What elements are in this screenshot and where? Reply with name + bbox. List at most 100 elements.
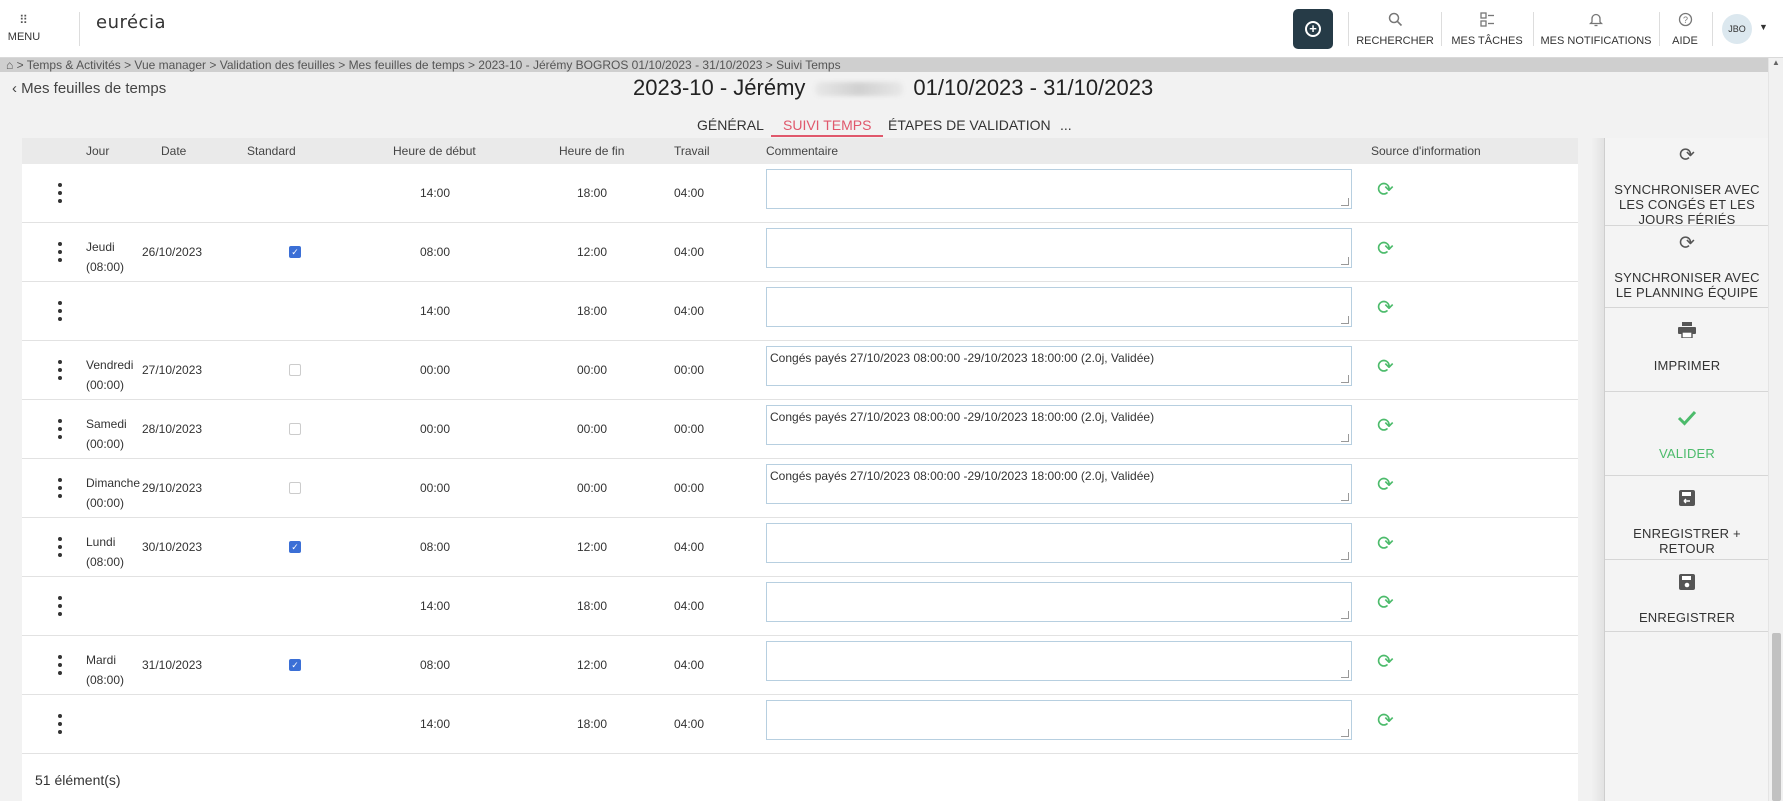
sync-icon[interactable]: ⟳	[1377, 239, 1394, 259]
day-hours: (08:00)	[86, 260, 125, 274]
kebab-menu-icon[interactable]	[56, 478, 64, 498]
work-cell: 04:00	[674, 599, 705, 613]
start-time-cell[interactable]: 14:00	[420, 186, 450, 200]
kebab-menu-icon[interactable]	[56, 360, 64, 380]
notifications-button[interactable]: MES NOTIFICATIONS	[1540, 0, 1652, 58]
col-source[interactable]: Source d'information	[1371, 144, 1481, 158]
col-standard[interactable]: Standard	[247, 144, 296, 158]
start-time-cell[interactable]: 00:00	[420, 363, 450, 377]
start-time-cell[interactable]: 08:00	[420, 540, 450, 554]
comment-field[interactable]	[766, 523, 1352, 563]
standard-checkbox[interactable]	[289, 423, 301, 435]
end-time-cell[interactable]: 00:00	[577, 363, 607, 377]
standard-checkbox[interactable]	[289, 482, 301, 494]
kebab-menu-icon[interactable]	[56, 655, 64, 675]
menu-button[interactable]: ⠿ MENU	[0, 0, 48, 58]
scrollbar-thumb[interactable]	[1772, 633, 1781, 801]
add-button[interactable]: +	[1293, 9, 1333, 49]
col-commentaire[interactable]: Commentaire	[766, 144, 838, 158]
sync-icon[interactable]: ⟳	[1377, 298, 1394, 318]
sync-planning-button[interactable]: ⟳ SYNCHRONISER AVEC LE PLANNING ÉQUIPE	[1605, 226, 1769, 308]
standard-checkbox[interactable]: ✓	[289, 246, 301, 258]
start-time-cell[interactable]: 14:00	[420, 717, 450, 731]
comment-field[interactable]: Congés payés 27/10/2023 08:00:00 -29/10/…	[766, 464, 1352, 504]
comment-field[interactable]	[766, 700, 1352, 740]
validate-button[interactable]: VALIDER	[1605, 392, 1769, 476]
end-time-cell[interactable]: 18:00	[577, 717, 607, 731]
kebab-menu-icon[interactable]	[56, 242, 64, 262]
tab-more[interactable]: ...	[1060, 115, 1072, 137]
sync-leave-button[interactable]: ⟳ SYNCHRONISER AVEC LES CONGÉS ET LES JO…	[1605, 138, 1769, 227]
search-button[interactable]: RECHERCHER	[1356, 0, 1434, 58]
day-name: Dimanche	[86, 476, 141, 490]
kebab-menu-icon[interactable]	[56, 537, 64, 557]
start-time-cell[interactable]: 14:00	[420, 304, 450, 318]
end-time-cell[interactable]: 18:00	[577, 304, 607, 318]
kebab-menu-icon[interactable]	[56, 301, 64, 321]
start-time-cell[interactable]: 00:00	[420, 481, 450, 495]
standard-checkbox[interactable]	[289, 364, 301, 376]
standard-checkbox[interactable]: ✓	[289, 541, 301, 553]
col-date[interactable]: Date	[161, 144, 186, 158]
end-time-cell[interactable]: 18:00	[577, 186, 607, 200]
sync-icon[interactable]: ⟳	[1377, 475, 1394, 495]
kebab-menu-icon[interactable]	[56, 714, 64, 734]
date-cell: 27/10/2023	[142, 363, 203, 377]
comment-field[interactable]: Congés payés 27/10/2023 08:00:00 -29/10/…	[766, 346, 1352, 386]
kebab-menu-icon[interactable]	[56, 419, 64, 439]
end-time-cell[interactable]: 00:00	[577, 481, 607, 495]
col-jour[interactable]: Jour	[86, 144, 109, 158]
save-return-button[interactable]: ENREGISTRER + RETOUR	[1605, 476, 1769, 560]
work-cell: 04:00	[674, 540, 705, 554]
sync-icon[interactable]: ⟳	[1377, 180, 1394, 200]
sync-planning-label: SYNCHRONISER AVEC LE PLANNING ÉQUIPE	[1614, 270, 1760, 300]
sync-icon[interactable]: ⟳	[1377, 652, 1394, 672]
save-button[interactable]: ENREGISTRER	[1605, 560, 1769, 632]
comment-field[interactable]	[766, 641, 1352, 681]
start-time-cell[interactable]: 14:00	[420, 599, 450, 613]
check-icon	[1677, 410, 1697, 430]
sync-icon[interactable]: ⟳	[1377, 357, 1394, 377]
end-time-cell[interactable]: 12:00	[577, 658, 607, 672]
tab-etapes-validation[interactable]: ÉTAPES DE VALIDATION	[888, 115, 1051, 137]
start-time-cell[interactable]: 08:00	[420, 245, 450, 259]
start-time-cell[interactable]: 00:00	[420, 422, 450, 436]
sync-leave-label: SYNCHRONISER AVEC LES CONGÉS ET LES JOUR…	[1614, 182, 1760, 227]
tab-general[interactable]: GÉNÉRAL	[697, 115, 764, 137]
day-name: Mardi	[86, 653, 117, 667]
breadcrumb-text[interactable]: > Temps & Activités > Vue manager > Vali…	[17, 58, 841, 72]
item-count: 51 élément(s)	[35, 772, 121, 788]
help-button[interactable]: ? AIDE	[1664, 0, 1706, 58]
sync-icon[interactable]: ⟳	[1377, 416, 1394, 436]
avatar[interactable]: JBO	[1722, 14, 1752, 44]
day-cell: Vendredi (00:00)	[86, 355, 133, 395]
scroll-up-icon[interactable]: ▲	[1772, 58, 1780, 67]
home-icon[interactable]: ⌂	[6, 58, 13, 72]
comment-field[interactable]	[766, 169, 1352, 209]
end-time-cell[interactable]: 12:00	[577, 540, 607, 554]
end-time-cell[interactable]: 12:00	[577, 245, 607, 259]
scrollbar[interactable]: ▲	[1768, 58, 1783, 801]
comment-field[interactable]	[766, 228, 1352, 268]
sync-icon[interactable]: ⟳	[1377, 534, 1394, 554]
kebab-menu-icon[interactable]	[56, 596, 64, 616]
back-link[interactable]: ‹ Mes feuilles de temps	[12, 80, 166, 97]
tasks-button[interactable]: MES TÂCHES	[1448, 0, 1526, 58]
col-heure-fin[interactable]: Heure de fin	[559, 144, 624, 158]
tab-suivi-temps[interactable]: SUIVI TEMPS	[771, 115, 884, 137]
print-button[interactable]: IMPRIMER	[1605, 308, 1769, 392]
comment-field[interactable]	[766, 287, 1352, 327]
kebab-menu-icon[interactable]	[56, 183, 64, 203]
end-time-cell[interactable]: 00:00	[577, 422, 607, 436]
comment-field[interactable]: Congés payés 27/10/2023 08:00:00 -29/10/…	[766, 405, 1352, 445]
col-heure-debut[interactable]: Heure de début	[393, 144, 476, 158]
sync-icon[interactable]: ⟳	[1377, 593, 1394, 613]
standard-checkbox[interactable]: ✓	[289, 659, 301, 671]
start-time-cell[interactable]: 08:00	[420, 658, 450, 672]
comment-field[interactable]	[766, 582, 1352, 622]
col-travail[interactable]: Travail	[674, 144, 710, 158]
end-time-cell[interactable]: 18:00	[577, 599, 607, 613]
logo[interactable]: eurécia	[96, 12, 166, 33]
sync-icon[interactable]: ⟳	[1377, 711, 1394, 731]
caret-down-icon[interactable]: ▼	[1759, 22, 1768, 32]
